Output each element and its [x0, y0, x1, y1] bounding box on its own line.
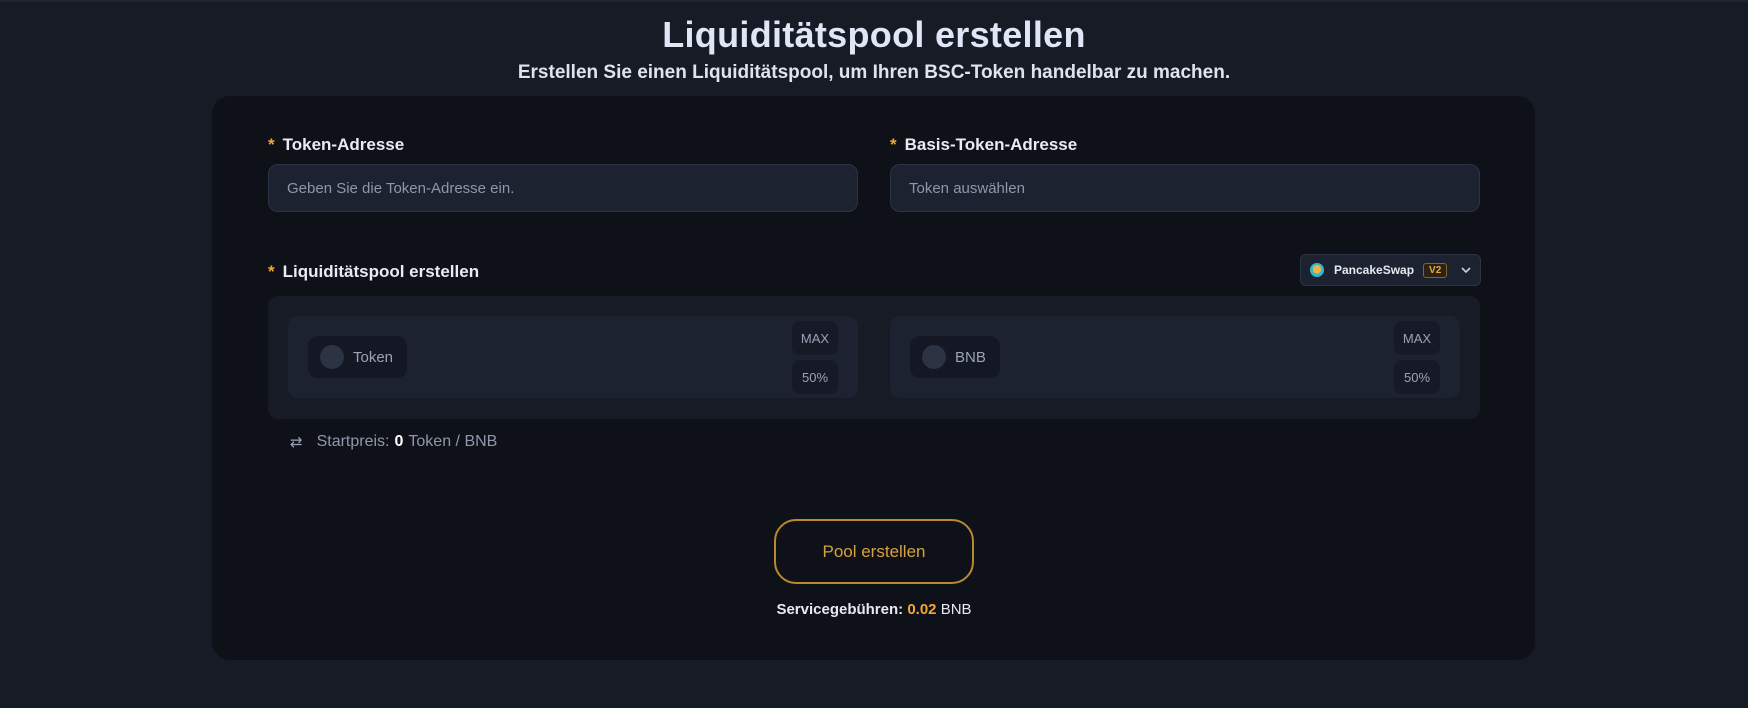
token-a-panel: Token MAX 50% — [288, 316, 858, 398]
pool-amounts-box: Token MAX 50% BNB MAX 50% — [268, 296, 1480, 419]
fees-unit: BNB — [940, 601, 972, 618]
start-price: ⇄ Startpreis: 0 Token / BNB — [290, 433, 497, 451]
start-price-unit: Token / BNB — [408, 433, 498, 450]
pancakeswap-logo — [1310, 263, 1324, 277]
create-pool-button[interactable]: Pool erstellen — [774, 519, 974, 584]
page-subtitle: Erstellen Sie einen Liquiditätspool, um … — [517, 62, 1231, 83]
page-title: Liquiditätspool erstellen — [662, 14, 1086, 55]
start-price-label: Startpreis: — [316, 433, 390, 450]
token-address-label-text: Token-Adresse — [282, 135, 405, 154]
token-b-icon — [922, 345, 946, 369]
token-address-placeholder: Geben Sie die Token-Adresse ein. — [287, 179, 515, 197]
page: Liquiditätspool erstellen Erstellen Sie … — [0, 0, 1748, 708]
fees-label: Servicegebühren: — [776, 601, 904, 618]
base-token-select[interactable]: Token auswählen — [890, 164, 1480, 212]
required-mark: * — [268, 135, 275, 154]
pool-section-label-text: Liquiditätspool erstellen — [282, 262, 480, 281]
required-mark: * — [890, 135, 897, 154]
token-a-selector[interactable]: Token — [308, 336, 408, 378]
required-mark: * — [268, 262, 275, 281]
token-b-selector[interactable]: BNB — [910, 336, 1000, 378]
fees-value: 0.02 — [907, 601, 937, 618]
dex-name: PancakeSwap — [1334, 263, 1415, 277]
chevron-down-icon — [1461, 265, 1471, 276]
pool-section-label: * Liquiditätspool erstellen — [268, 262, 479, 282]
token-a-name: Token — [353, 348, 394, 366]
base-token-address-label-text: Basis-Token-Adresse — [904, 135, 1078, 154]
start-price-value: 0 — [394, 433, 404, 450]
service-fees: Servicegebühren: 0.02 BNB — [0, 601, 1748, 618]
token-b-max-button[interactable]: MAX — [1394, 321, 1440, 355]
token-address-input[interactable]: Geben Sie die Token-Adresse ein. — [268, 164, 858, 212]
token-address-label: * Token-Adresse — [268, 135, 404, 155]
top-divider — [0, 0, 1748, 2]
dex-version-badge: V2 — [1423, 262, 1448, 278]
token-b-panel: BNB MAX 50% — [890, 316, 1460, 398]
base-token-address-label: * Basis-Token-Adresse — [890, 135, 1077, 155]
token-a-max-button[interactable]: MAX — [792, 321, 838, 355]
token-a-icon — [320, 345, 344, 369]
swap-arrows-icon[interactable]: ⇄ — [290, 433, 303, 451]
token-a-half-button[interactable]: 50% — [792, 360, 838, 394]
token-b-name: BNB — [955, 348, 986, 366]
token-b-half-button[interactable]: 50% — [1394, 360, 1440, 394]
base-token-placeholder: Token auswählen — [909, 179, 1025, 197]
dex-select[interactable]: PancakeSwap V2 — [1300, 254, 1481, 286]
